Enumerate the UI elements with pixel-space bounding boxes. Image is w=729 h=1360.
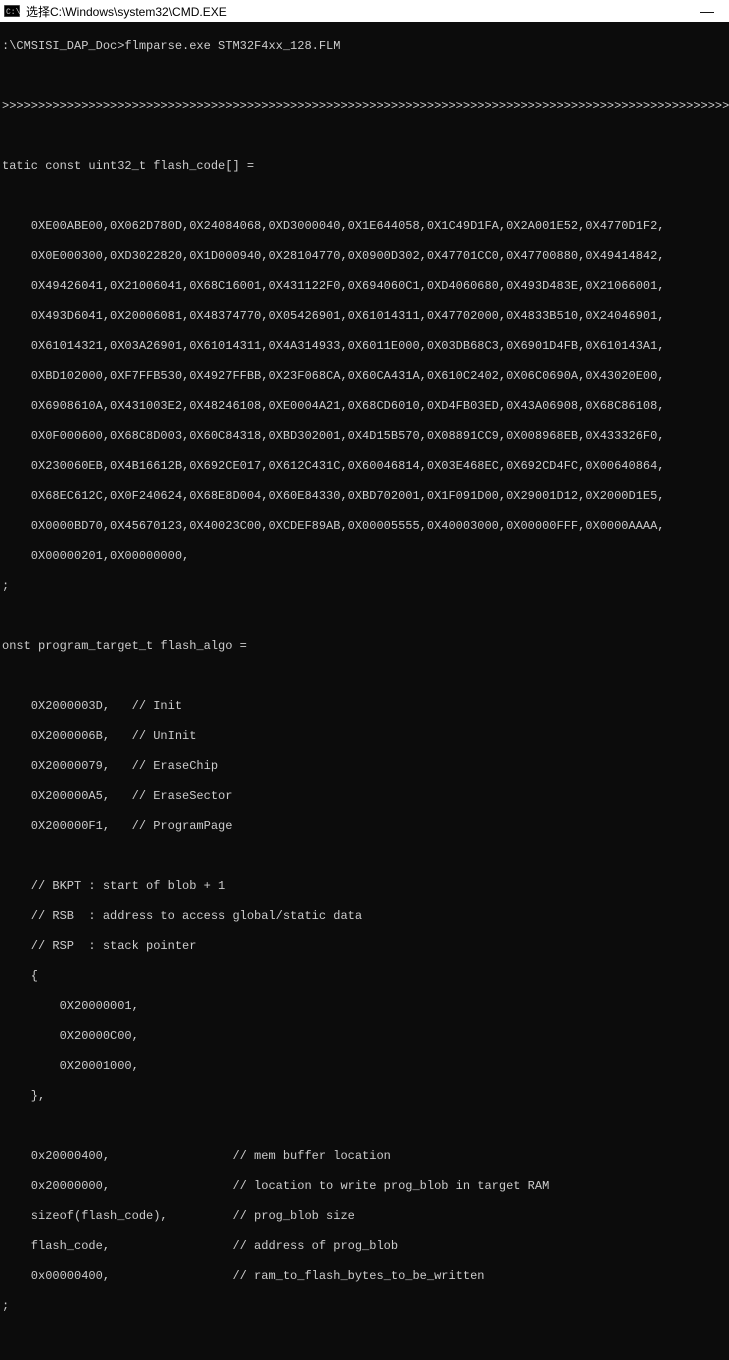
- comment-row: 0X20000C00,: [2, 1029, 727, 1044]
- hex-row: 0X230060EB,0X4B16612B,0X692CE017,0X612C4…: [2, 459, 727, 474]
- comment-row: 0X20001000,: [2, 1059, 727, 1074]
- algo-row: 0X200000A5, // EraseSector: [2, 789, 727, 804]
- tail-row: 0x20000400, // mem buffer location: [2, 1149, 727, 1164]
- tail-row: sizeof(flash_code), // prog_blob size: [2, 1209, 727, 1224]
- hex-row: 0X49426041,0X21006041,0X68C16001,0X43112…: [2, 279, 727, 294]
- hex-row: 0XBD102000,0XF7FFB530,0X4927FFBB,0X23F06…: [2, 369, 727, 384]
- window-title: 选择C:\Windows\system32\CMD.EXE: [26, 3, 689, 20]
- algo-row: 0X2000003D, // Init: [2, 699, 727, 714]
- hex-row: 0X6908610A,0X431003E2,0X48246108,0XE0004…: [2, 399, 727, 414]
- separator-gt: >>>>>>>>>>>>>>>>>>>>>>>>>>>>>>>>>>>>>>>>…: [2, 99, 727, 114]
- hex-row: 0X68EC612C,0X0F240624,0X68E8D004,0X60E84…: [2, 489, 727, 504]
- semicolon: ;: [2, 579, 727, 594]
- hex-row: 0X00000201,0X00000000,: [2, 549, 727, 564]
- blank: [2, 129, 727, 144]
- blank: [2, 1119, 727, 1134]
- window-titlebar: C:\ 选择C:\Windows\system32\CMD.EXE —: [0, 0, 729, 22]
- algo-row: 0X20000079, // EraseChip: [2, 759, 727, 774]
- tail-row: 0x00000400, // ram_to_flash_bytes_to_be_…: [2, 1269, 727, 1284]
- comment-row: },: [2, 1089, 727, 1104]
- tail-row: 0x20000000, // location to write prog_bl…: [2, 1179, 727, 1194]
- hex-row: 0X0E000300,0XD3022820,0X1D000940,0X28104…: [2, 249, 727, 264]
- blank: [2, 69, 727, 84]
- svg-text:C:\: C:\: [6, 8, 20, 17]
- terminal-output[interactable]: :\CMSISI_DAP_Doc>flmparse.exe STM32F4xx_…: [0, 22, 729, 1360]
- blank: [2, 1329, 727, 1344]
- hex-row: 0X493D6041,0X20006081,0X48374770,0X05426…: [2, 309, 727, 324]
- hex-row: 0X0000BD70,0X45670123,0X40023C00,0XCDEF8…: [2, 519, 727, 534]
- comment-row: // RSB : address to access global/static…: [2, 909, 727, 924]
- comment-row: 0X20000001,: [2, 999, 727, 1014]
- decl-flash-code: tatic const uint32_t flash_code[] =: [2, 159, 727, 174]
- blank: [2, 189, 727, 204]
- comment-row: // RSP : stack pointer: [2, 939, 727, 954]
- cmd-icon: C:\: [4, 4, 20, 18]
- minimize-button[interactable]: —: [689, 3, 725, 19]
- tail-row: flash_code, // address of prog_blob: [2, 1239, 727, 1254]
- comment-row: {: [2, 969, 727, 984]
- decl-flash-algo: onst program_target_t flash_algo =: [2, 639, 727, 654]
- hex-row: 0X61014321,0X03A26901,0X61014311,0X4A314…: [2, 339, 727, 354]
- comment-row: // BKPT : start of blob + 1: [2, 879, 727, 894]
- blank: [2, 669, 727, 684]
- hex-row: 0XE00ABE00,0X062D780D,0X24084068,0XD3000…: [2, 219, 727, 234]
- blank: [2, 849, 727, 864]
- blank: [2, 609, 727, 624]
- separator-lt: <<<<<<<<<<<<<<<<<<<<<<<<<<<<<<<<<<<<<<<<…: [2, 1359, 727, 1360]
- algo-row: 0X200000F1, // ProgramPage: [2, 819, 727, 834]
- prompt-line: :\CMSISI_DAP_Doc>flmparse.exe STM32F4xx_…: [2, 39, 727, 54]
- semicolon: ;: [2, 1299, 727, 1314]
- hex-row: 0X0F000600,0X68C8D003,0X60C84318,0XBD302…: [2, 429, 727, 444]
- algo-row: 0X2000006B, // UnInit: [2, 729, 727, 744]
